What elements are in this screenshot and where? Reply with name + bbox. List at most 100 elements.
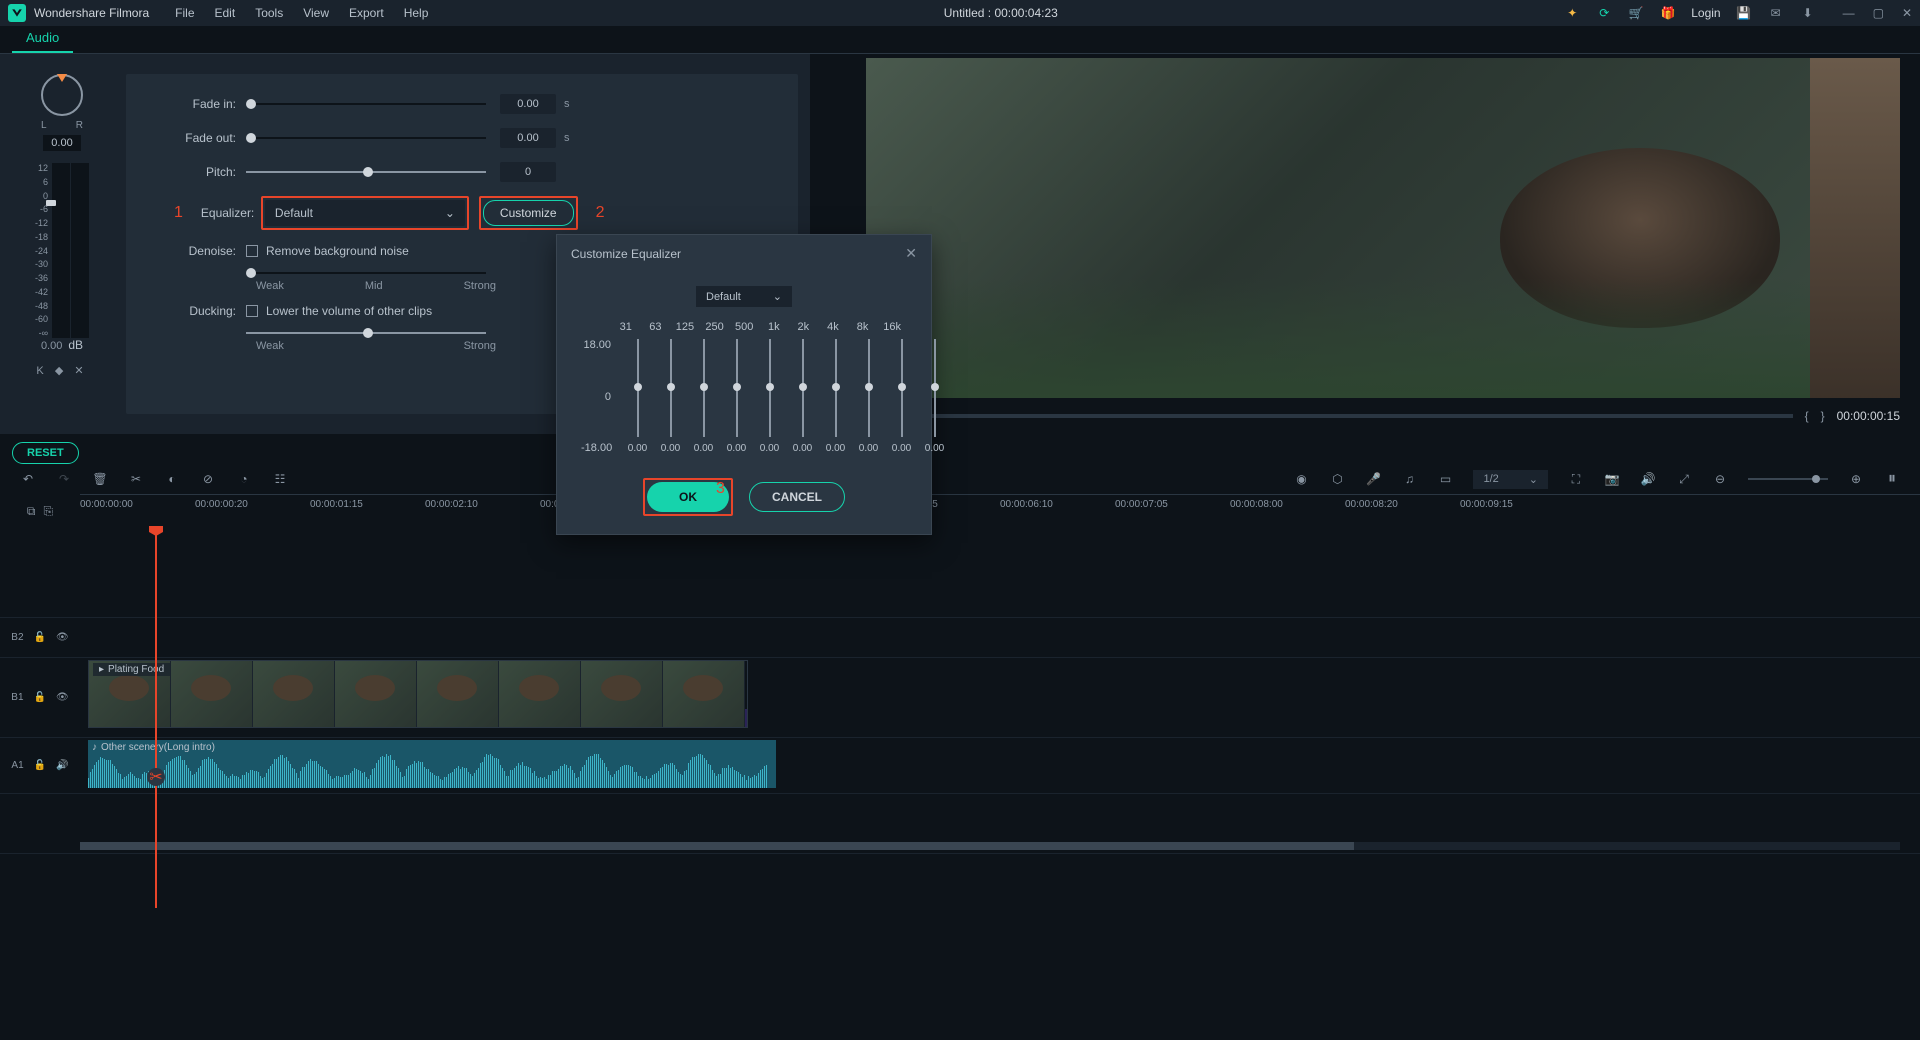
eq-slider-31[interactable]: 0.00 [621, 339, 654, 454]
zoom-slider[interactable] [1748, 478, 1828, 480]
volume-icon[interactable]: 🔊 [1640, 472, 1656, 486]
eq-slider-125[interactable]: 0.00 [687, 339, 720, 454]
play-pause-icon[interactable]: ⏸ [1884, 470, 1900, 488]
delete-icon[interactable]: 🗑 [92, 472, 108, 486]
split-icon[interactable]: ✂ [128, 472, 144, 486]
chevron-down-icon: ⌄ [1529, 473, 1538, 486]
lightbulb-icon[interactable]: ✦ [1563, 4, 1581, 22]
gift-icon[interactable]: 🎁 [1659, 4, 1677, 22]
timeline-header: ⧉ ⎘ 00:00:00:0000:00:00:2000:00:01:1500:0… [0, 494, 1920, 528]
tab-audio[interactable]: Audio [12, 24, 73, 53]
eq-slider-250[interactable]: 0.00 [720, 339, 753, 454]
ducking-weak-label: Weak [256, 340, 284, 352]
pan-knob[interactable] [41, 74, 83, 116]
pitch-slider[interactable] [246, 171, 486, 173]
eq-slider-500[interactable]: 0.00 [753, 339, 786, 454]
dialog-close-icon[interactable]: ✕ [905, 245, 917, 262]
timeline-body: B2🔓👁 B1🔓👁 ▸Plating Food A1🔓🔊 ♪Other scen… [0, 528, 1920, 854]
fullscreen-icon[interactable]: ⛶ [1568, 472, 1584, 487]
ducking-slider[interactable] [246, 332, 486, 334]
annotation-3: 3 [716, 480, 725, 498]
db-meter-left[interactable] [52, 163, 70, 338]
timeline-toolbar: ↶ ↷ 🗑 ✂ ◐ ⊘ ◔ ☷ ◉ ⬡ 🎤 ♫ ▭ 1/2⌄ ⛶ 📷 🔊 ⤢ ⊖… [0, 464, 1920, 494]
menu-view[interactable]: View [293, 2, 339, 24]
timeline-ruler[interactable]: 00:00:00:0000:00:00:2000:00:01:1500:00:0… [80, 494, 1920, 528]
refresh-icon[interactable]: ⟳ [1595, 4, 1613, 22]
lock-icon[interactable]: 🔓 [34, 632, 46, 643]
mail-icon[interactable]: ✉ [1767, 4, 1785, 22]
menu-edit[interactable]: Edit [205, 2, 246, 24]
keyframe-controls[interactable]: K ◆ ✕ [36, 364, 87, 377]
video-preview[interactable] [866, 58, 1900, 398]
login-link[interactable]: Login [1691, 6, 1720, 20]
paste-icon[interactable]: ⎘ [43, 504, 53, 519]
eq-ymid: 0 [581, 391, 611, 403]
lock-icon[interactable]: 🔓 [34, 692, 46, 703]
cart-icon[interactable]: 🛒 [1627, 4, 1645, 22]
equalizer-dropdown[interactable]: Default⌄ [265, 200, 465, 226]
pitch-label: Pitch: [156, 165, 246, 179]
customize-button[interactable]: Customize [483, 200, 574, 226]
mixer-icon[interactable]: ♫ [1401, 472, 1417, 486]
menu-export[interactable]: Export [339, 2, 394, 24]
playback-speed-dropdown[interactable]: 1/2⌄ [1473, 470, 1548, 489]
color-icon[interactable]: ◔ [236, 472, 252, 486]
zoom-in-icon[interactable]: ⊕ [1848, 472, 1864, 486]
crop-icon[interactable]: ◐ [164, 472, 180, 486]
cancel-button[interactable]: CANCEL [749, 482, 845, 512]
eye-icon[interactable]: 👁 [56, 692, 69, 703]
eye-icon[interactable]: 👁 [56, 632, 69, 643]
mute-icon[interactable]: 🔊 [56, 760, 68, 771]
zoom-out-icon[interactable]: ⊖ [1712, 472, 1728, 486]
voiceover-icon[interactable]: 🎤 [1365, 472, 1381, 486]
undo-icon[interactable]: ↶ [20, 472, 36, 486]
denoise-checkbox[interactable] [246, 245, 258, 257]
snapshot-icon[interactable]: 📷 [1604, 472, 1620, 486]
adjust-icon[interactable]: ☷ [272, 472, 288, 486]
record-icon[interactable]: ▭ [1437, 472, 1453, 486]
lock-icon[interactable]: 🔓 [34, 760, 46, 771]
eq-slider-16k[interactable]: 0.00 [918, 339, 951, 454]
eq-slider-63[interactable]: 0.00 [654, 339, 687, 454]
window-close-icon[interactable]: ✕ [1902, 6, 1912, 20]
shield-icon[interactable]: ⬡ [1329, 472, 1345, 486]
reset-button[interactable]: RESET [12, 442, 79, 464]
redo-icon[interactable]: ↷ [56, 472, 72, 486]
annotation-1: 1 [174, 204, 183, 222]
save-icon[interactable]: 💾 [1735, 4, 1753, 22]
copy-icon[interactable]: ⧉ [27, 504, 36, 519]
fade-in-slider[interactable] [246, 103, 486, 105]
playhead[interactable] [155, 528, 157, 908]
db-meter-right [71, 163, 89, 338]
menu-help[interactable]: Help [394, 2, 439, 24]
eq-slider-8k[interactable]: 0.00 [885, 339, 918, 454]
equalizer-label: Equalizer: [201, 206, 261, 220]
menu-tools[interactable]: Tools [245, 2, 293, 24]
db-unit-label: dB [68, 338, 83, 352]
eq-slider-2k[interactable]: 0.00 [819, 339, 852, 454]
marker-in-icon[interactable]: { [1805, 409, 1809, 423]
pitch-value[interactable]: 0 [500, 162, 556, 182]
eq-preset-dropdown[interactable]: Default⌄ [696, 286, 792, 307]
fade-out-slider[interactable] [246, 137, 486, 139]
video-clip[interactable]: ▸Plating Food [88, 660, 748, 728]
denoise-label: Denoise: [156, 244, 246, 258]
window-maximize-icon[interactable]: ▢ [1873, 6, 1884, 20]
download-icon[interactable]: ⬇ [1799, 4, 1817, 22]
playback-progress[interactable] [830, 414, 1793, 418]
timeline-scrollbar[interactable] [80, 842, 1900, 850]
fade-out-value[interactable]: 0.00 [500, 128, 556, 148]
speed-icon[interactable]: ⊘ [200, 472, 216, 486]
marker-out-icon[interactable]: } [1821, 409, 1825, 423]
ducking-checkbox[interactable] [246, 305, 258, 317]
marker-icon[interactable]: ◉ [1293, 472, 1309, 486]
eq-slider-1k[interactable]: 0.00 [786, 339, 819, 454]
fade-in-value[interactable]: 0.00 [500, 94, 556, 114]
eq-slider-4k[interactable]: 0.00 [852, 339, 885, 454]
denoise-slider[interactable] [246, 272, 486, 274]
track-a1-label: A1 [11, 760, 23, 771]
window-minimize-icon[interactable]: — [1843, 6, 1855, 20]
menu-file[interactable]: File [165, 2, 204, 24]
expand-icon[interactable]: ⤢ [1676, 472, 1692, 487]
audio-clip[interactable]: ♪Other scenery(Long intro) [88, 740, 776, 788]
